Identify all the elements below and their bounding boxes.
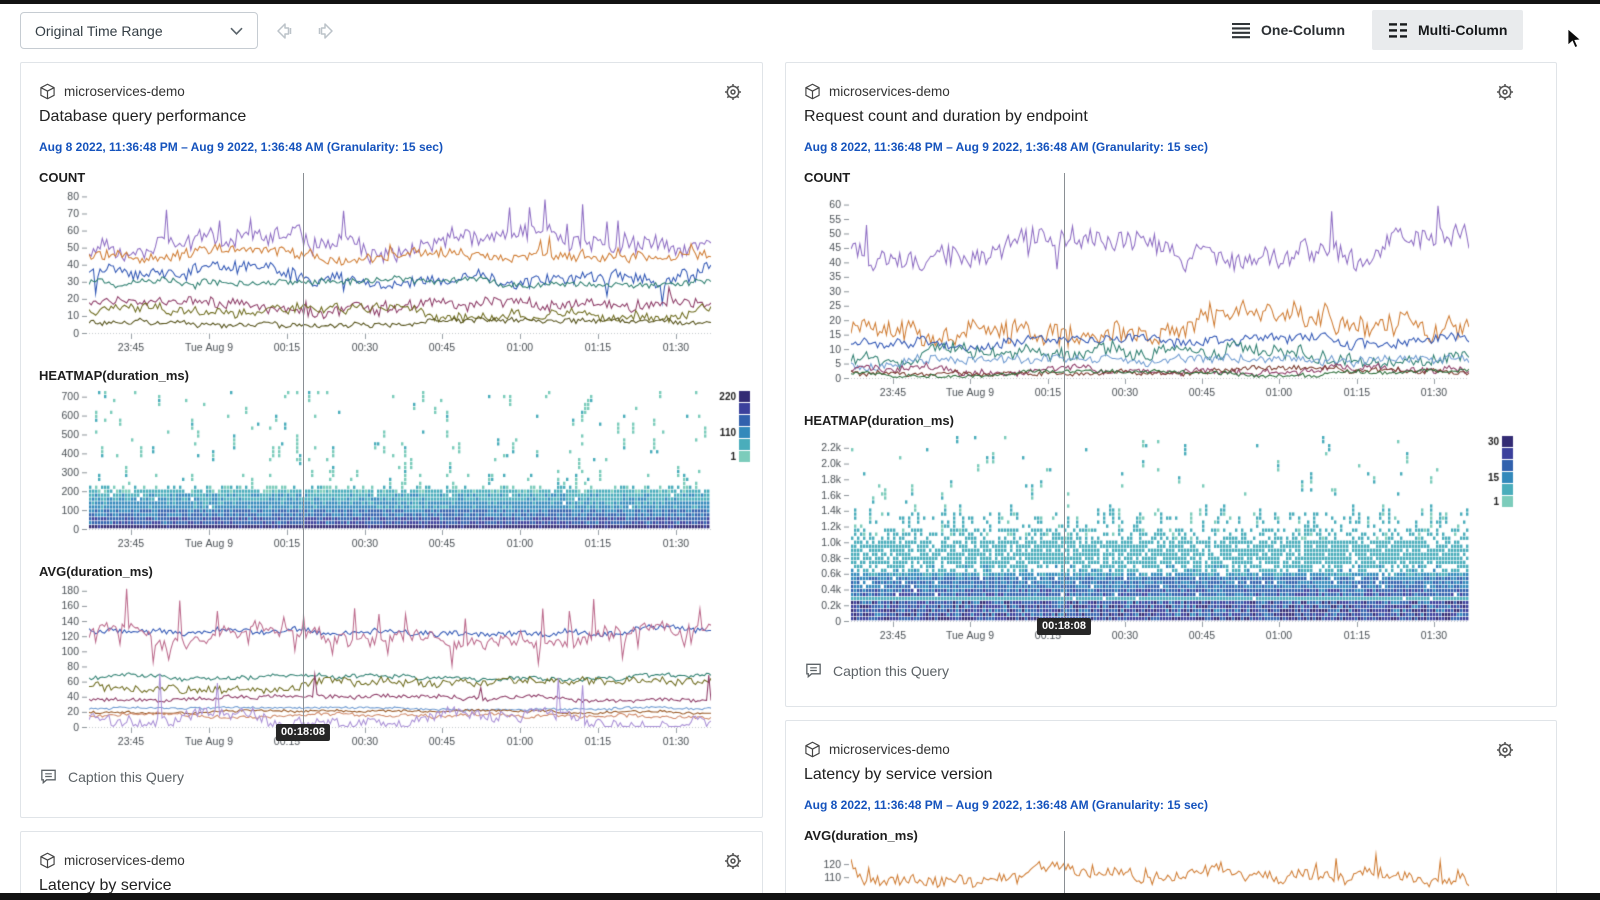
- bottom-black-bar: [0, 893, 1600, 900]
- chart-metric-label: HEATMAP(duration_ms): [39, 367, 744, 385]
- step-forward-button[interactable]: [314, 19, 338, 43]
- crosshair-tooltip: 00:18:08: [276, 724, 330, 741]
- query-panel-latency-by-service: microservices-demo Latency by service: [20, 831, 763, 900]
- speech-bubble-icon: [39, 767, 58, 786]
- mouse-cursor: [1567, 28, 1583, 50]
- settings-gear-icon[interactable]: [722, 850, 744, 872]
- one-column-icon: [1231, 22, 1251, 39]
- chart-metric-label: COUNT: [39, 169, 744, 187]
- dataset-row: microservices-demo: [804, 81, 1538, 101]
- caption-this-query-button[interactable]: Caption this Query: [39, 767, 184, 786]
- settings-gear-icon[interactable]: [722, 81, 744, 103]
- query-panel-database-query-performance: microservices-demo Database query perfor…: [20, 62, 763, 818]
- speech-bubble-icon: [804, 661, 823, 680]
- settings-gear-icon[interactable]: [1494, 739, 1516, 761]
- one-column-label: One-Column: [1261, 22, 1345, 38]
- time-range-dropdown[interactable]: Original Time Range: [20, 12, 258, 49]
- crosshair-tooltip: 00:18:08: [1037, 618, 1091, 635]
- multi-column-icon: [1388, 22, 1408, 39]
- heatmap-canvas[interactable]: [804, 432, 1516, 645]
- avg-chart-canvas[interactable]: [39, 583, 729, 751]
- dataset-name: microservices-demo: [829, 742, 950, 757]
- dataset-cube-icon: [804, 741, 821, 758]
- time-range-link[interactable]: Aug 8 2022, 11:36:48 PM – Aug 9 2022, 1:…: [804, 797, 1208, 813]
- caption-label: Caption this Query: [68, 769, 184, 785]
- caption-label: Caption this Query: [833, 663, 949, 679]
- query-title: Latency by service version: [804, 765, 1538, 785]
- dataset-name: microservices-demo: [829, 84, 950, 99]
- chart-metric-label: COUNT: [804, 169, 1538, 187]
- count-chart-canvas[interactable]: [804, 189, 1489, 402]
- dataset-row: microservices-demo: [804, 739, 1538, 759]
- chart-metric-label: AVG(duration_ms): [804, 827, 1538, 845]
- dataset-cube-icon: [804, 83, 821, 100]
- chevron-down-icon: [230, 27, 243, 35]
- time-range-link[interactable]: Aug 8 2022, 11:36:48 PM – Aug 9 2022, 1:…: [39, 139, 443, 155]
- time-range-dropdown-value: Original Time Range: [35, 23, 163, 39]
- query-title: Database query performance: [39, 107, 744, 127]
- query-panel-latency-by-service-version: microservices-demo Latency by service ve…: [785, 720, 1557, 900]
- settings-gear-icon[interactable]: [1494, 81, 1516, 103]
- crosshair-line: [303, 173, 304, 729]
- dataset-row: microservices-demo: [39, 850, 744, 870]
- time-range-link[interactable]: Aug 8 2022, 11:36:48 PM – Aug 9 2022, 1:…: [804, 139, 1208, 155]
- crosshair-line: [1064, 173, 1065, 623]
- crosshair-line: [1064, 831, 1065, 900]
- multi-column-label: Multi-Column: [1418, 22, 1507, 38]
- app-window: Original Time Range One-Column Multi-Col…: [0, 0, 1600, 900]
- query-panel-request-count-duration: microservices-demo Request count and dur…: [785, 62, 1557, 707]
- dataset-cube-icon: [39, 83, 56, 100]
- dataset-name: microservices-demo: [64, 853, 185, 868]
- query-title: Request count and duration by endpoint: [804, 107, 1538, 127]
- dataset-name: microservices-demo: [64, 84, 185, 99]
- avg-chart-canvas[interactable]: [804, 847, 1489, 893]
- chart-metric-label: AVG(duration_ms): [39, 563, 744, 581]
- dataset-row: microservices-demo: [39, 81, 744, 101]
- one-column-button[interactable]: One-Column: [1215, 10, 1361, 50]
- step-back-button[interactable]: [272, 19, 296, 43]
- top-black-bar: [0, 0, 1600, 4]
- dataset-cube-icon: [39, 852, 56, 869]
- caption-this-query-button[interactable]: Caption this Query: [804, 661, 949, 680]
- heatmap-canvas[interactable]: [39, 387, 763, 553]
- multi-column-button[interactable]: Multi-Column: [1372, 10, 1523, 50]
- chart-metric-label: HEATMAP(duration_ms): [804, 412, 1538, 430]
- count-chart-canvas[interactable]: [39, 189, 729, 357]
